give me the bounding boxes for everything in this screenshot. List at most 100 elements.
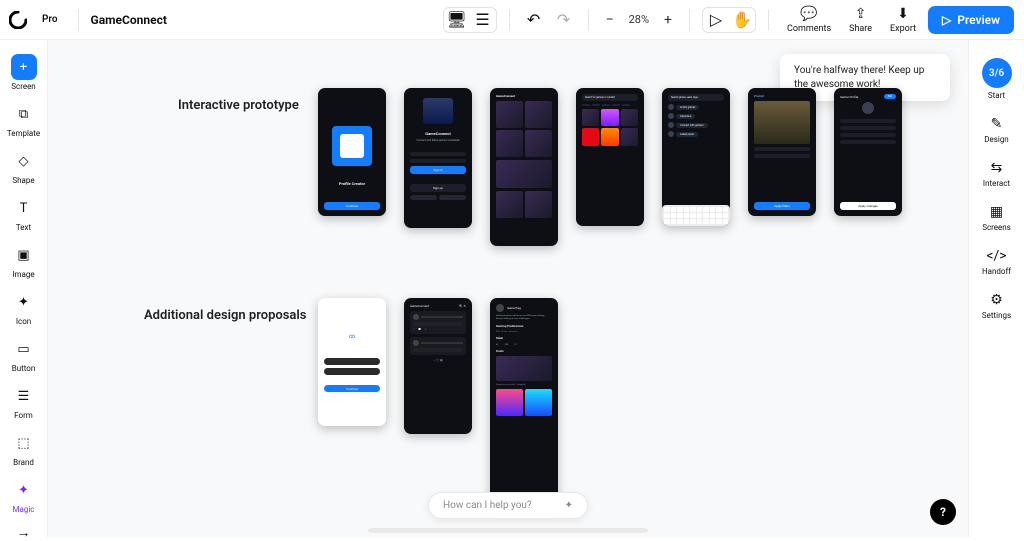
keyboard <box>662 205 730 226</box>
phone-screen-6[interactable]: Prompt Apply filters <box>748 88 816 216</box>
screen-header: Gamer Profile <box>840 95 858 99</box>
tool-label: Button <box>12 364 36 373</box>
mobile-icon[interactable]: ☰ <box>470 8 496 32</box>
play-icon[interactable]: ▷ <box>703 8 729 32</box>
continue-button: Continue <box>324 385 380 392</box>
template-icon: ⧉ <box>10 101 36 127</box>
screens-icon: ▦ <box>990 204 1003 220</box>
screen-title: Profile Creator <box>324 181 380 186</box>
tool-icon[interactable]: ✦Icon <box>11 289 37 326</box>
tool-label: Template <box>7 129 40 138</box>
screen-header: GameConnect <box>496 94 552 98</box>
tool-form[interactable]: ☰Form <box>11 383 37 420</box>
tool-shape[interactable]: ◇ Shape <box>11 148 37 185</box>
right-rail: 3/6 Start ✎Design ⇆Interact ▦Screens </>… <box>968 40 1024 537</box>
progress-badge: 3/6 <box>982 58 1012 88</box>
text-icon: T <box>11 195 37 221</box>
phone-screen-7[interactable]: Gamer Profile Edit Apply changes <box>834 88 902 216</box>
hand-icon[interactable]: ✋ <box>729 8 755 32</box>
rail-handoff[interactable]: </> Handoff <box>982 248 1011 276</box>
redo-icon[interactable]: ↷ <box>552 8 576 32</box>
tool-label: Shape <box>12 176 34 185</box>
divider <box>509 9 510 31</box>
preview-label: Preview <box>957 13 1000 27</box>
phone-screen-3[interactable]: GameConnect <box>490 88 558 246</box>
undo-redo-group: ↶ ↷ <box>522 8 576 32</box>
start-progress[interactable]: 3/6 Start <box>982 58 1012 100</box>
apply-button: Apply filters <box>754 202 810 210</box>
export-button[interactable]: ⬇ Export <box>884 6 922 34</box>
divider <box>689 9 690 31</box>
preview-button[interactable]: ▷ Preview <box>928 6 1014 34</box>
left-toolbar: +Screen ⧉Template ◇Shape TText ▣Image ✦I… <box>0 40 48 537</box>
tool-template[interactable]: ⧉ Template <box>7 101 40 138</box>
section-title: Stats <box>496 336 552 340</box>
start-label: Start <box>988 91 1005 100</box>
search-field: Search for gamers or content <box>582 94 638 101</box>
tool-screen[interactable]: + Screen <box>11 54 37 91</box>
list-item: Action games <box>676 105 699 110</box>
zoom-in-button[interactable]: + <box>659 11 677 29</box>
sparkle-icon: ✦ <box>565 500 573 511</box>
collapse-toolbar-button[interactable]: → <box>17 524 31 541</box>
phone-screen-b1[interactable]: ∞ Continue <box>318 298 386 426</box>
help-button[interactable]: ? <box>930 499 956 525</box>
rail-label: Handoff <box>982 267 1011 276</box>
divider <box>768 9 769 31</box>
search-field: Search games, users, tags… <box>668 94 724 101</box>
tool-brand[interactable]: ⬚Brand <box>11 430 37 467</box>
undo-icon[interactable]: ↶ <box>522 8 546 32</box>
phone-screen-2[interactable]: GameConnect Connect with fellow gamers w… <box>404 88 472 228</box>
rail-label: Settings <box>982 311 1011 320</box>
rail-screens[interactable]: ▦Screens <box>982 204 1011 232</box>
section-label-prototype: Interactive prototype <box>178 98 299 113</box>
share-button[interactable]: ⇪ Share <box>843 6 878 34</box>
play-preview-group[interactable]: ▷ ✋ <box>702 7 756 33</box>
section-title: Posts <box>496 349 552 353</box>
canvas[interactable]: You're halfway there! Keep up the awesom… <box>48 40 968 537</box>
prototype-screens-row: Profile Creator Continue GameConnect Con… <box>318 88 902 246</box>
phone-screen-b3[interactable]: GamerTag Hardcore gamer with a love for … <box>490 298 558 508</box>
tool-label: Icon <box>16 317 31 326</box>
share-label: Share <box>849 24 872 34</box>
tool-button[interactable]: ▭Button <box>11 336 37 373</box>
list-item: Connect with gamers <box>676 123 708 128</box>
comments-button[interactable]: 💬 Comments <box>781 6 837 34</box>
comments-label: Comments <box>787 24 831 34</box>
tool-magic[interactable]: ✦ Magic <box>11 477 37 514</box>
export-label: Export <box>890 24 916 34</box>
shape-icon: ◇ <box>11 148 37 174</box>
rail-interact[interactable]: ⇆Interact <box>983 160 1010 188</box>
code-icon: </> <box>986 248 1006 264</box>
tool-label: Magic <box>13 505 35 514</box>
rail-label: Interact <box>983 179 1010 188</box>
pro-badge: Pro <box>34 12 66 27</box>
ai-prompt-input[interactable]: How can I help you? ✦ <box>428 492 588 519</box>
rail-settings[interactable]: ⚙Settings <box>982 292 1011 320</box>
phone-screen-5[interactable]: Search games, users, tags… Action games … <box>662 88 730 226</box>
form-icon: ☰ <box>11 383 37 409</box>
brand-icon: ⬚ <box>11 430 37 456</box>
phone-screen-b2[interactable]: GameConnect🔍 ✎ ♡💬↗ ⌂ ◯ ▦ <box>404 298 472 434</box>
tool-label: Text <box>16 223 31 232</box>
app-logo <box>8 10 28 30</box>
project-name[interactable]: GameConnect <box>91 13 167 27</box>
zoom-level[interactable]: 28% <box>629 13 649 26</box>
tool-label: Screen <box>11 82 35 91</box>
plus-icon: + <box>11 54 37 80</box>
zoom-out-button[interactable]: − <box>601 11 619 29</box>
screen-header: GamerTag <box>507 306 521 310</box>
screen-header: GameConnect <box>410 304 429 308</box>
device-toggle[interactable]: 🖥 ☰ <box>443 7 497 33</box>
tool-text[interactable]: T Text <box>11 195 37 232</box>
tool-image[interactable]: ▣Image <box>11 242 37 279</box>
topbar: Pro GameConnect 🖥 ☰ ↶ ↷ − 28% + ▷ ✋ 💬 Co… <box>0 0 1024 40</box>
horizontal-scrollbar[interactable] <box>368 528 648 533</box>
rail-design[interactable]: ✎Design <box>984 116 1008 144</box>
magic-icon: ✦ <box>11 477 37 503</box>
phone-screen-4[interactable]: Search for gamers or content <box>576 88 644 226</box>
signin-button: Sign in <box>410 166 466 174</box>
phone-screen-1[interactable]: Profile Creator Continue <box>318 88 386 216</box>
pencil-icon: ✎ <box>991 116 1003 132</box>
desktop-icon[interactable]: 🖥 <box>444 8 470 32</box>
